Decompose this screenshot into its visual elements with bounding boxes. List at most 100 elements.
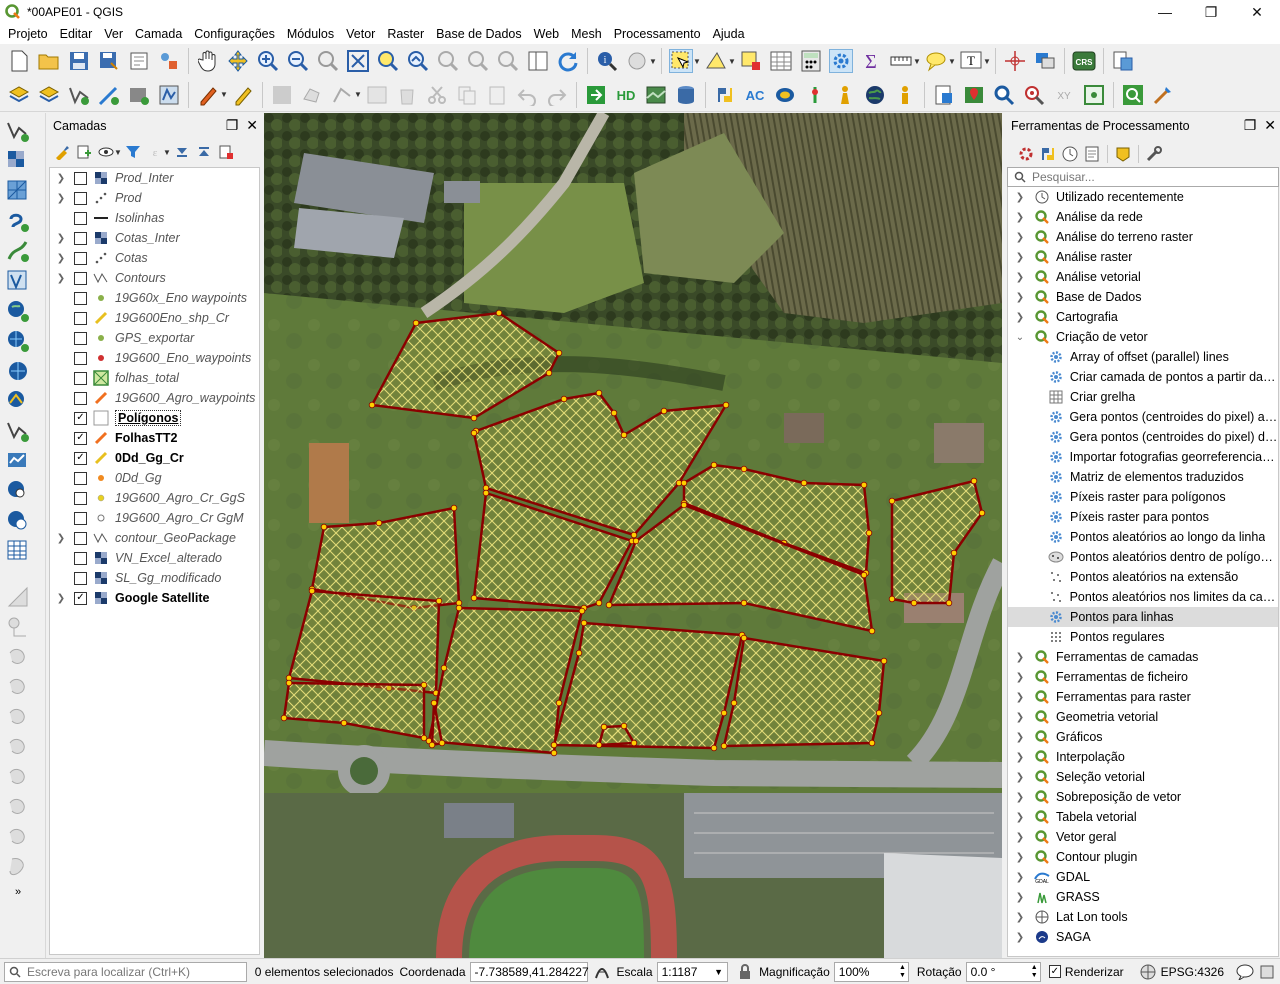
add-raster-layer-icon[interactable]	[6, 149, 30, 173]
layer-row[interactable]: ✓ Polígonos	[50, 408, 259, 428]
algorithm-item[interactable]: Array of offset (parallel) lines	[1008, 347, 1278, 367]
chevron-right-icon[interactable]: ❯	[1014, 312, 1026, 323]
new-map-view-icon[interactable]	[526, 49, 550, 73]
layer-visibility-checkbox[interactable]	[74, 371, 87, 385]
field-calculator-icon[interactable]	[799, 49, 823, 73]
provider-group[interactable]: ❯ Base de Dados	[1008, 287, 1278, 307]
chevron-right-icon[interactable]: ❯	[1014, 872, 1026, 883]
menu-mesh[interactable]: Mesh	[565, 27, 608, 41]
menu-processamento[interactable]: Processamento	[608, 27, 707, 41]
coordinate-field[interactable]: -7.738589,41.284227	[469, 961, 589, 982]
style-manager-icon[interactable]	[157, 49, 181, 73]
menu-projeto[interactable]: Projeto	[2, 27, 54, 41]
zoom-out-icon[interactable]	[286, 49, 310, 73]
provider-group[interactable]: ⌄ Criação de vetor	[1008, 327, 1278, 347]
python-scripts-icon[interactable]	[1039, 145, 1057, 163]
add-mesh-layer-icon[interactable]	[6, 179, 30, 203]
layer-row[interactable]: 0Dd_Gg	[50, 468, 259, 488]
menu-web[interactable]: Web	[528, 27, 565, 41]
layer-row[interactable]: 19G600_Agro_waypoints	[50, 388, 259, 408]
add-wfs-icon[interactable]	[6, 329, 30, 353]
layer-row[interactable]: ❯ contour_GeoPackage	[50, 528, 259, 548]
menu-modulos[interactable]: Módulos	[281, 27, 340, 41]
layer-row[interactable]: 19G600_Eno_waypoints	[50, 348, 259, 368]
chevron-right-icon[interactable]: ❯	[1014, 292, 1026, 303]
coordinate-capture-icon[interactable]	[1003, 49, 1027, 73]
layer-row[interactable]: ❯ Contours	[50, 268, 259, 288]
chevron-right-icon[interactable]: ❯	[1014, 712, 1026, 723]
layer-row[interactable]: 19G60x_Eno waypoints	[50, 288, 259, 308]
algorithm-item[interactable]: Pontos regulares	[1008, 627, 1278, 647]
algorithm-item[interactable]: Importar fotografias georreferenciadas	[1008, 447, 1278, 467]
layer-visibility-checkbox[interactable]	[74, 331, 87, 345]
magnification-spinbox[interactable]: 100% ▲ ▼	[833, 961, 909, 982]
layer-row[interactable]: ❯ ✓ Google Satellite	[50, 588, 259, 608]
identify-icon[interactable]: i	[595, 49, 619, 73]
add-vector-tile-icon[interactable]	[6, 449, 30, 473]
digitize-icon[interactable]	[157, 83, 181, 107]
algorithm-item[interactable]: Gera pontos (centroides do pixel) ao ...	[1008, 407, 1278, 427]
provider-group[interactable]: ❯ Análise vetorial	[1008, 267, 1278, 287]
collapse-all-icon[interactable]	[195, 143, 213, 161]
crs-globe-icon[interactable]	[1140, 964, 1156, 980]
layer-visibility-checkbox[interactable]	[74, 211, 87, 225]
save-project-icon[interactable]	[67, 49, 91, 73]
render-checkbox[interactable]: ✓	[1048, 965, 1061, 978]
layer-row[interactable]: VN_Excel_alterado	[50, 548, 259, 568]
toggle-extents-icon[interactable]	[594, 964, 610, 980]
add-layers-icon[interactable]	[37, 83, 61, 107]
provider-group[interactable]: ❯ Lat Lon tools	[1008, 907, 1278, 927]
algorithm-item[interactable]: Pontos aleatórios dentro de polígonos	[1008, 547, 1278, 567]
expand-all-icon[interactable]	[173, 143, 191, 161]
dropdown-arrow-icon[interactable]: ▼	[913, 57, 921, 66]
dropdown-arrow-icon[interactable]: ▼	[220, 90, 228, 99]
layer-row[interactable]: SL_Gg_modificado	[50, 568, 259, 588]
add-wms-search-icon[interactable]	[6, 479, 30, 503]
algorithm-item[interactable]: Criar camada de pontos a partir da t...	[1008, 367, 1278, 387]
layer-visibility-checkbox[interactable]	[74, 291, 87, 305]
save-as-icon[interactable]	[97, 49, 121, 73]
add-wms-icon[interactable]	[6, 299, 30, 323]
provider-group[interactable]: ❯ Análise raster	[1008, 247, 1278, 267]
chevron-right-icon[interactable]: ❯	[54, 253, 68, 264]
provider-group[interactable]: ❯ Análise do terreno raster	[1008, 227, 1278, 247]
menu-vetor[interactable]: Vetor	[340, 27, 381, 41]
chevron-right-icon[interactable]: ❯	[1014, 772, 1026, 783]
layer-visibility-checkbox[interactable]: ✓	[74, 451, 87, 465]
chevron-right-icon[interactable]: ❯	[54, 273, 68, 284]
map-tips-icon[interactable]	[924, 49, 948, 73]
chevron-right-icon[interactable]: ❯	[1014, 912, 1026, 923]
open-data-source-icon[interactable]	[7, 83, 31, 107]
chevron-right-icon[interactable]: ❯	[1014, 732, 1026, 743]
dropdown-arrow-icon[interactable]: ▼	[693, 57, 701, 66]
add-group-icon[interactable]	[75, 143, 93, 161]
zoom-full-icon[interactable]	[346, 49, 370, 73]
provider-group[interactable]: ❯ Seleção vetorial	[1008, 767, 1278, 787]
provider-group[interactable]: ❯ GDAL GDAL	[1008, 867, 1278, 887]
history-icon[interactable]	[1061, 145, 1079, 163]
add-raster-icon[interactable]	[127, 83, 151, 107]
zoom-selection-icon[interactable]	[376, 49, 400, 73]
dropdown-arrow-icon[interactable]: ▼	[114, 148, 122, 157]
processing-toolbox-icon[interactable]	[829, 49, 853, 73]
print-layout-icon[interactable]	[127, 49, 151, 73]
menu-ver[interactable]: Ver	[98, 27, 129, 41]
chevron-right-icon[interactable]: ❯	[54, 533, 68, 544]
open-project-icon[interactable]	[37, 49, 61, 73]
layer-visibility-checkbox[interactable]: ✓	[74, 591, 87, 605]
menu-base-de-dados[interactable]: Base de Dados	[430, 27, 527, 41]
chevron-right-icon[interactable]: ❯	[54, 233, 68, 244]
measure-icon[interactable]	[889, 49, 913, 73]
text-annotation-icon[interactable]: T	[959, 49, 983, 73]
plugin-map-icon[interactable]	[644, 83, 668, 107]
chevron-right-icon[interactable]: ❯	[54, 173, 68, 184]
chevron-right-icon[interactable]: ❯	[54, 193, 68, 204]
crs-label[interactable]: EPSG:4326	[1161, 965, 1224, 979]
action-icon[interactable]	[625, 49, 649, 73]
layer-visibility-checkbox[interactable]	[74, 231, 87, 245]
provider-group[interactable]: ❯ Interpolação	[1008, 747, 1278, 767]
layer-visibility-checkbox[interactable]: ✓	[74, 431, 87, 445]
add-virtual-layer-icon[interactable]	[6, 269, 30, 293]
new-project-icon[interactable]	[7, 49, 31, 73]
map-svg[interactable]	[264, 113, 1002, 958]
